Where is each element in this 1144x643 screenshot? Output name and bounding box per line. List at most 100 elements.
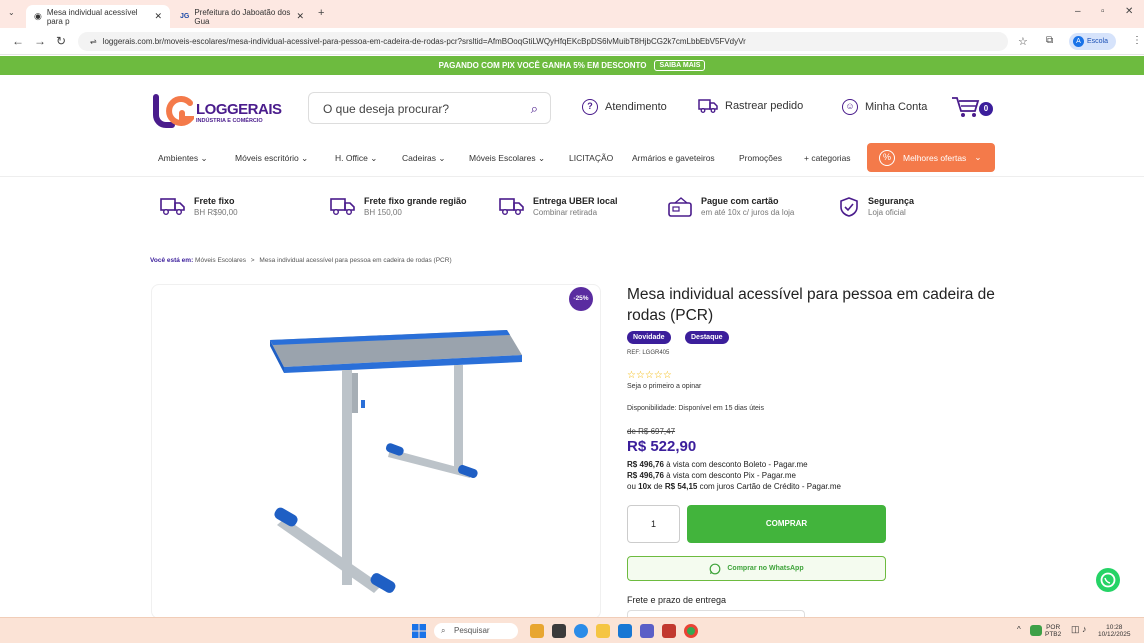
availability: Disponibilidade: Disponível em 15 dias ú… [627,405,764,412]
chevron-down-icon: ⌄ [974,152,982,162]
outlook-icon[interactable] [618,624,632,638]
quantity-input[interactable]: 1 [627,505,680,543]
speaker-icon[interactable]: ◫ ♪ [1071,625,1087,634]
site-favicon-icon: JG [180,13,190,20]
tray-chevron-icon[interactable]: ^ [1017,626,1021,634]
bookmark-star-icon[interactable]: ☆ [1018,35,1028,48]
teams-icon[interactable] [640,624,654,638]
first-review-link[interactable]: Seja o primeiro a opinar [627,383,701,390]
browser-menu-icon[interactable]: ⋮ [1132,35,1142,46]
product-image[interactable] [151,284,601,619]
discount-badge: -25% [569,287,593,311]
support-label: Atendimento [605,101,667,113]
truck-icon [698,99,718,113]
site-info-icon[interactable]: ⇌ [90,37,97,46]
nav-more-categories[interactable]: + categorias [804,153,851,163]
close-icon[interactable]: ✕ [296,11,304,22]
nav-cadeiras[interactable]: Cadeiras ⌄ [402,153,446,164]
back-button[interactable]: ← [12,34,24,48]
tab-prefeitura[interactable]: JG Prefeitura do Jaboatão dos Gua ✕ [172,5,312,28]
clock[interactable]: 10:28 10/12/2025 [1098,624,1131,638]
restore-button[interactable]: ▫ [1101,6,1105,17]
file-explorer-icon[interactable] [596,624,610,638]
close-window-button[interactable]: ✕ [1125,6,1133,17]
tab-title: Prefeitura do Jaboatão dos Gua [194,7,291,26]
nav-armarios[interactable]: Armários e gaveteiros [632,153,715,163]
best-offers-button[interactable]: % Melhores ofertas ⌄ [867,143,995,172]
benefit-title: Segurança [868,196,915,206]
forward-button[interactable]: → [34,34,46,48]
taskbar-search[interactable]: ⌕ Pesquisar [434,623,518,639]
minimize-button[interactable]: – [1075,6,1081,17]
address-bar[interactable]: ⇌ loggerais.com.br/moveis-escolares/mesa-… [78,32,1008,51]
search-input[interactable]: O que deseja procurar? ⌕ [308,92,551,124]
breadcrumb-parent[interactable]: Móveis Escolares [195,257,246,264]
profile-label: Escola [1086,38,1108,45]
zip-input[interactable] [627,610,805,617]
benefit-subtitle: BH 150,00 [364,208,402,217]
whatsapp-buy-button[interactable]: Comprar no WhatsApp [627,556,886,581]
benefit-item: Segurança Loja oficial [838,196,914,218]
nav-ambientes[interactable]: Ambientes ⌄ [158,153,208,164]
url-text: loggerais.com.br/moveis-escolares/mesa-i… [102,37,746,46]
support-link[interactable]: ? Atendimento [582,99,667,115]
badge-destaque: Destaque [685,331,729,344]
benefit-subtitle: BH R$90,00 [194,208,238,217]
tab-product[interactable]: ◉ Mesa individual acessível para p ✕ [26,5,170,28]
benefit-subtitle: Combinar retirada [533,208,598,217]
truck-icon [160,198,185,215]
discount-icon: % [879,149,895,166]
app-icon[interactable] [662,624,676,638]
user-icon: ☺ [842,99,858,115]
benefit-subtitle: Loja oficial [868,208,906,217]
benefit-title: Pague com cartão [701,196,779,206]
logo-text: LOGGERAIS [196,101,282,118]
search-icon: ⌕ [441,626,446,635]
track-label: Rastrear pedido [725,100,804,112]
promo-more-button[interactable]: SAIBA MAIS [654,60,706,71]
profile-button[interactable]: A Escola [1068,33,1116,50]
whatsapp-float-button[interactable] [1096,568,1120,592]
availability-label: Disponibilidade: [627,405,677,412]
rating-stars[interactable]: ☆☆☆☆☆ [627,370,672,381]
widgets-icon[interactable] [530,624,544,638]
buy-button[interactable]: COMPRAR [687,505,886,543]
cart-count-badge: 0 [979,102,993,116]
globe-icon: ◉ [34,11,42,21]
profile-avatar: A [1072,35,1084,47]
benefit-title: Frete fixo [194,196,235,206]
network-status-icon[interactable] [1030,625,1042,636]
help-icon: ? [582,99,598,115]
price-pix: R$ 496,76 à vista com desconto Pix - Pag… [627,471,796,480]
nav-moveis-escritorio[interactable]: Móveis escritório ⌄ [235,153,308,164]
divider [0,176,1144,177]
close-icon[interactable]: ✕ [154,11,162,22]
browser-toolbar: ← → ↻ ⇌ loggerais.com.br/moveis-escolares… [0,28,1144,55]
windows-start-icon[interactable] [412,624,426,638]
nav-licitacao[interactable]: LICITAÇÃO [569,153,613,163]
reload-button[interactable]: ↻ [56,34,66,48]
chrome-icon[interactable] [684,624,698,638]
nav-home-office[interactable]: H. Office ⌄ [335,153,377,164]
account-label: Minha Conta [865,101,928,113]
price: R$ 522,90 [627,438,697,455]
truck-icon [330,198,355,215]
tab-list-chevron-icon[interactable]: ⌄ [8,8,15,17]
search-icon[interactable]: ⌕ [531,93,538,125]
store-logo[interactable]: LOGGERAIS INDÚSTRIA E COMÉRCIO [152,93,282,133]
track-order-link[interactable]: Rastrear pedido [698,99,803,113]
edge-icon[interactable] [574,624,588,638]
breadcrumb-lead: Você está em: [150,257,194,264]
task-view-icon[interactable] [552,624,566,638]
benefit-title: Frete fixo grande região [364,196,467,206]
nav-promocoes[interactable]: Promoções [739,153,782,163]
new-tab-button[interactable]: + [318,7,324,19]
account-link[interactable]: ☺ Minha Conta [842,99,927,115]
input-language[interactable]: POR PTB2 [1045,624,1061,638]
benefit-item: Frete fixo BH R$90,00 [160,196,238,217]
nav-moveis-escolares[interactable]: Móveis Escolares ⌄ [469,153,545,164]
extensions-icon[interactable]: ⧉ [1046,35,1053,46]
benefit-subtitle: em até 10x c/ juros da loja [701,208,795,217]
promo-text: PAGANDO COM PIX VOCÊ GANHA 5% EM DESCONT… [438,61,647,70]
truck-icon [499,198,524,215]
